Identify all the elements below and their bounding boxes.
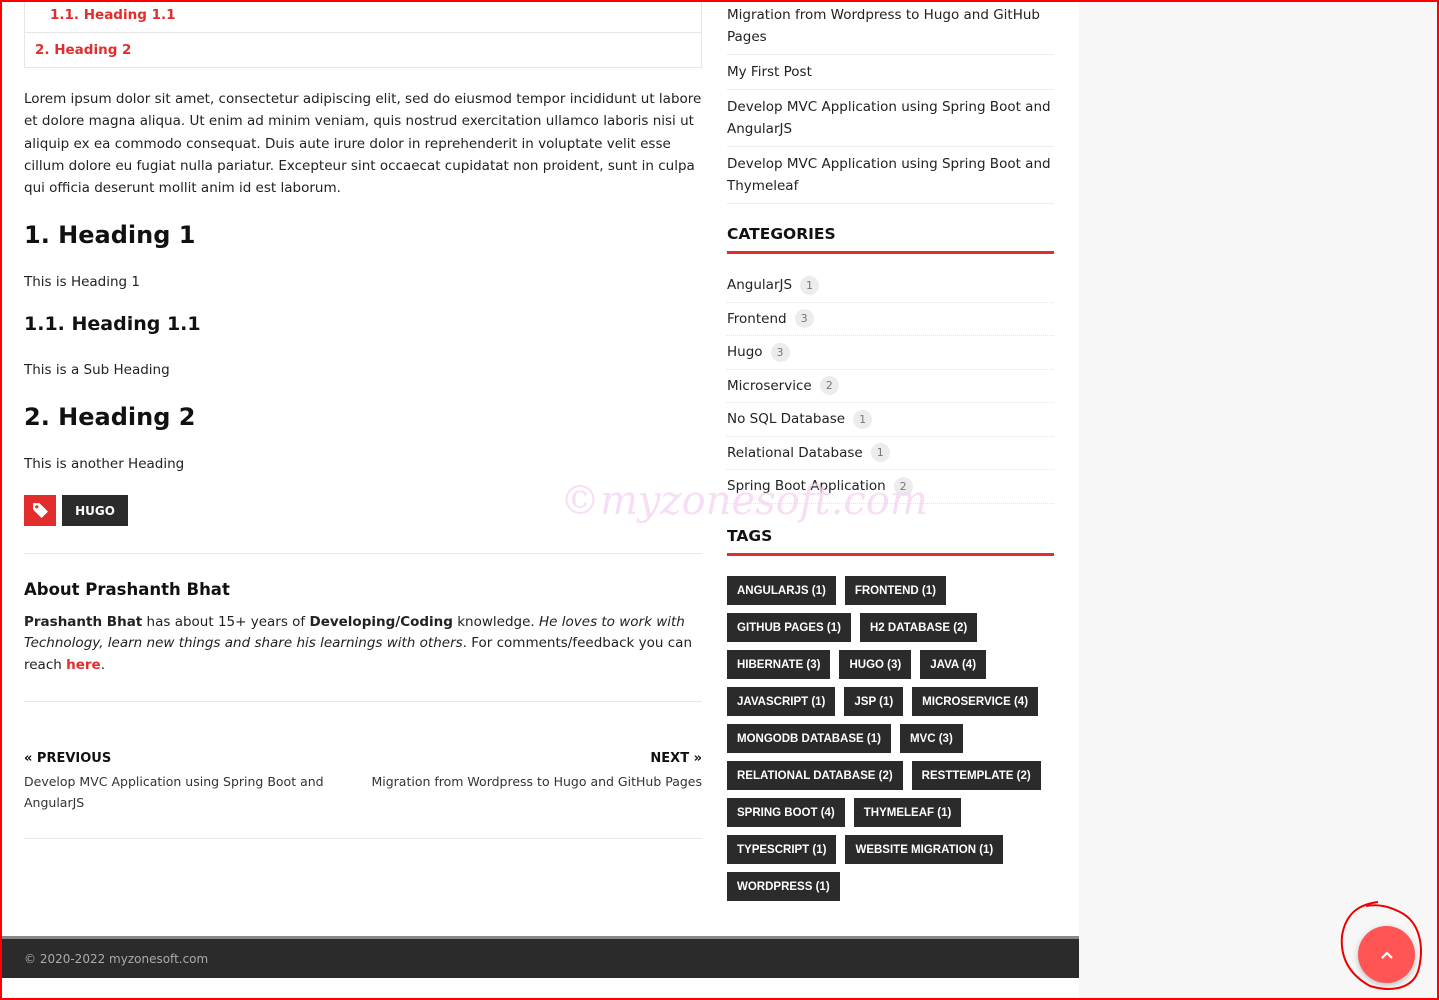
tag-button[interactable]: JAVASCRIPT (1) bbox=[727, 687, 836, 716]
tag-button[interactable]: SPRING BOOT (4) bbox=[727, 798, 845, 827]
toc-item[interactable]: 1.1. Heading 1.1 bbox=[25, 0, 701, 32]
tag-button[interactable]: WORDPRESS (1) bbox=[727, 872, 840, 901]
toc-item[interactable]: 2. Heading 2 bbox=[25, 32, 701, 67]
category-link[interactable]: Microservice 2 bbox=[727, 370, 1054, 403]
categories-widget: CATEGORIES AngularJS 1 Frontend 3 Hugo 3 Micro… bbox=[727, 225, 1054, 504]
tag-button[interactable]: FRONTEND (1) bbox=[844, 576, 946, 605]
category-name: Relational Database bbox=[727, 444, 863, 461]
recent-post-link[interactable]: Migration from Wordpress to Hugo and Git… bbox=[727, 0, 1054, 55]
category-count: 1 bbox=[800, 275, 820, 295]
next-post-link[interactable]: Migration from Wordpress to Hugo and Git… bbox=[371, 771, 702, 792]
tag-button[interactable]: THYMELEAF (1) bbox=[853, 798, 962, 827]
category-count: 3 bbox=[770, 342, 790, 362]
bio-text: knowledge. bbox=[452, 614, 540, 630]
annotation-circle bbox=[1340, 901, 1422, 990]
category-name: Microservice bbox=[727, 377, 812, 394]
author-bio: Prashanth Bhat has about 15+ years of De… bbox=[24, 612, 694, 676]
author-name: Prashanth Bhat bbox=[24, 614, 143, 630]
footer: © 2020-2022 myzonesoft.com bbox=[0, 936, 1079, 978]
category-count: 2 bbox=[819, 376, 839, 396]
recent-posts: Migration from Wordpress to Hugo and Git… bbox=[727, 0, 1054, 204]
copyright: © 2020-2022 myzonesoft.com bbox=[24, 952, 209, 966]
tag-button[interactable]: RESTTEMPLATE (2) bbox=[911, 761, 1041, 790]
bio-skill: Developing/Coding bbox=[309, 614, 453, 630]
category-link[interactable]: Relational Database 1 bbox=[727, 437, 1054, 470]
tag-hugo-button[interactable]: HUGO bbox=[62, 495, 128, 526]
tag-button[interactable]: MVC (3) bbox=[899, 724, 963, 753]
category-link[interactable]: Frontend 3 bbox=[727, 303, 1054, 336]
watermark: ©myzonesoft.com bbox=[560, 478, 928, 524]
category-link[interactable]: No SQL Database 1 bbox=[727, 403, 1054, 437]
tag-button[interactable]: MONGODB DATABASE (1) bbox=[727, 724, 891, 753]
divider bbox=[24, 701, 702, 702]
heading-1: 1. Heading 1 bbox=[24, 221, 196, 249]
divider bbox=[24, 838, 702, 839]
tag-button[interactable]: JSP (1) bbox=[844, 687, 904, 716]
heading-1-text: This is Heading 1 bbox=[24, 274, 141, 290]
tag-button[interactable]: WEBSITE MIGRATION (1) bbox=[845, 835, 1004, 864]
table-of-contents: 1.1. Heading 1.1 2. Heading 2 bbox=[24, 0, 702, 68]
category-count: 1 bbox=[870, 443, 890, 463]
divider bbox=[24, 553, 702, 554]
page: 1.1. Heading 1.1 2. Heading 2 Lorem ipsu… bbox=[0, 0, 1079, 1000]
category-name: Hugo bbox=[727, 344, 763, 361]
heading-2: 2. Heading 2 bbox=[24, 403, 196, 431]
category-link[interactable]: Hugo 3 bbox=[727, 336, 1054, 370]
author-title: About Prashanth Bhat bbox=[24, 580, 230, 599]
lorem-paragraph: Lorem ipsum dolor sit amet, consectetur … bbox=[24, 91, 702, 197]
category-count: 1 bbox=[853, 409, 873, 429]
tag-button[interactable]: RELATIONAL DATABASE (2) bbox=[727, 761, 903, 790]
category-link[interactable]: AngularJS 1 bbox=[727, 269, 1054, 303]
recent-post-link[interactable]: Develop MVC Application using Spring Boo… bbox=[727, 147, 1054, 204]
tag-icon bbox=[24, 495, 56, 526]
heading-1-1-text: This is a Sub Heading bbox=[24, 362, 170, 378]
categories-title: CATEGORIES bbox=[727, 225, 1054, 254]
tag-button[interactable]: GITHUB PAGES (1) bbox=[727, 613, 851, 642]
tags-widget: TAGS ANGULARJS (1) FRONTEND (1) GITHUB PAG… bbox=[727, 527, 1054, 901]
next-label[interactable]: NEXT » bbox=[650, 751, 702, 766]
heading-2-text: This is another Heading bbox=[24, 456, 185, 472]
heading-1-1: 1.1. Heading 1.1 bbox=[24, 313, 201, 335]
category-name: No SQL Database bbox=[727, 411, 846, 428]
tag-button[interactable]: JAVA (4) bbox=[920, 650, 987, 679]
bio-text: . bbox=[100, 656, 105, 673]
tag-button[interactable]: HIBERNATE (3) bbox=[727, 650, 831, 679]
tag-button[interactable]: H2 DATABASE (2) bbox=[859, 613, 978, 642]
contact-link[interactable]: here bbox=[66, 657, 101, 673]
category-name: Frontend bbox=[727, 310, 787, 327]
bio-text: has about 15+ years of bbox=[142, 614, 310, 630]
category-name: AngularJS bbox=[727, 277, 793, 294]
recent-post-link[interactable]: Develop MVC Application using Spring Boo… bbox=[727, 90, 1054, 147]
previous-post-link[interactable]: Develop MVC Application using Spring Boo… bbox=[24, 771, 324, 813]
tag-button[interactable]: HUGO (3) bbox=[839, 650, 912, 679]
tag-button[interactable]: ANGULARJS (1) bbox=[727, 576, 836, 605]
tags-title: TAGS bbox=[727, 527, 1054, 556]
tag-button[interactable]: MICROSERVICE (4) bbox=[912, 687, 1039, 716]
recent-post-link[interactable]: My First Post bbox=[727, 55, 1054, 90]
tag-button[interactable]: TYPESCRIPT (1) bbox=[727, 835, 837, 864]
previous-label[interactable]: « PREVIOUS bbox=[24, 751, 111, 766]
category-count: 3 bbox=[794, 309, 814, 329]
